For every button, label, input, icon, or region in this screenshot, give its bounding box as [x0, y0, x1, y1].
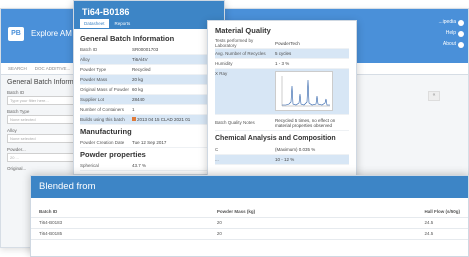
column-header[interactable]: Powder Mass (kg)	[208, 206, 417, 218]
batch-title: Ti64-B0186	[82, 7, 130, 17]
batch-body: General Batch Information Batch ID SR0000…	[74, 29, 224, 174]
property-row: Avg. Number of Recycles 5 cycles	[215, 49, 349, 59]
section-title: General Batch Information	[80, 34, 175, 43]
header-right-menu: ...ipedia Help About	[436, 17, 464, 50]
table-row[interactable]: Ti64-B0183 20 24.5	[31, 217, 468, 229]
property-row: C (Maximum) 0.035 %	[215, 145, 349, 155]
material-quality-window: Material Quality Tests performed by Labo…	[207, 20, 357, 180]
column-header[interactable]: Batch ID	[31, 206, 209, 218]
table-row[interactable]: Ti64-B0185 20 24.5	[31, 228, 468, 240]
blended-from-header: Blended from	[31, 176, 468, 198]
build-link[interactable]: 2013 04 15 CLAD 2021 01	[137, 117, 190, 122]
tab-reports[interactable]: Reports	[111, 19, 135, 28]
property-row: Spherical 43.7 %	[80, 161, 218, 171]
help-icon	[458, 30, 464, 37]
section-title: Material Quality	[215, 26, 271, 35]
batch-id-filter-input[interactable]: Type your filter here...	[7, 96, 79, 105]
property-row: Batch Quality Notes Recycled 5 times, no …	[215, 115, 349, 131]
hall-flow-cell: 24.5	[416, 228, 468, 240]
powder-filter-input[interactable]: 20 ...	[7, 153, 79, 162]
screenshot-stage: PB Explore AM Mate ...ipedia Help About …	[0, 0, 469, 257]
batch-type-select[interactable]: None selected	[7, 115, 79, 124]
column-header[interactable]: Hall Flow (s/50g)	[416, 206, 468, 218]
property-row: Humidity 1 - 3 %	[215, 59, 349, 69]
powder-mass-cell: 20	[208, 217, 417, 229]
blended-from-window: Blended from Batch ID Powder Mass (kg) H…	[30, 175, 469, 257]
property-row: Powder Type Recycled	[80, 65, 218, 75]
property-row: Alloy Ti6Al4V	[80, 55, 218, 65]
collapse-button[interactable]: «	[428, 91, 440, 101]
material-quality-body: Material Quality Tests performed by Labo…	[208, 21, 356, 170]
property-row: X Ray	[215, 69, 349, 115]
app-logo-icon[interactable]: PB	[8, 27, 24, 41]
menu-item-wikipedia[interactable]: ...ipedia	[436, 17, 464, 28]
batch-tabs: Datasheet Reports	[80, 19, 134, 28]
alloy-select[interactable]: None selected	[7, 134, 79, 143]
section-title: Manufacturing	[80, 127, 132, 136]
property-row: Number of Containers 1	[80, 105, 218, 115]
section-title: Powder properties	[80, 150, 146, 159]
property-row: Batch ID SR00001703	[80, 45, 218, 55]
property-row: Original Mass of Powder 60 kg	[80, 85, 218, 95]
batch-header: Ti64-B0186 Datasheet Reports	[74, 1, 224, 29]
tab-datasheet[interactable]: Datasheet	[80, 19, 109, 28]
property-row: ... 10 - 12 %	[215, 155, 349, 165]
menu-item-help[interactable]: Help	[436, 28, 464, 39]
property-row: Supplier Lot 28440	[80, 95, 218, 105]
batch-datasheet-window: Ti64-B0186 Datasheet Reports General Bat…	[73, 0, 225, 175]
blended-from-table: Batch ID Powder Mass (kg) Hall Flow (s/5…	[31, 206, 468, 240]
menu-item-about[interactable]: About	[436, 39, 464, 50]
tab-additive[interactable]: DOC ADDITIVE...	[35, 66, 71, 71]
property-row: Builds using this batch 2013 04 15 CLAD 2…	[80, 115, 218, 125]
blended-from-title: Blended from	[39, 181, 96, 192]
table-header-row: Batch ID Powder Mass (kg) Hall Flow (s/5…	[31, 206, 468, 218]
property-row: Tests performed by Laboratory PowderTech	[215, 38, 349, 49]
build-link-icon	[132, 117, 136, 121]
powder-mass-cell: 20	[208, 228, 417, 240]
section-title: Chemical Analysis and Composition	[215, 135, 336, 142]
xray-chart-thumbnail[interactable]	[275, 71, 333, 111]
batch-id-cell[interactable]: Ti64-B0185	[31, 228, 209, 240]
info-icon	[458, 19, 464, 26]
about-icon	[458, 41, 464, 48]
tab-search[interactable]: SEARCH	[8, 66, 27, 71]
batch-id-cell[interactable]: Ti64-B0183	[31, 217, 209, 229]
property-row: Powder Creation Date Tue 12 Sep 2017	[80, 138, 218, 148]
hall-flow-cell: 24.5	[416, 217, 468, 229]
xray-plot-icon	[281, 76, 330, 107]
property-row: Powder Mass 20 kg	[80, 75, 218, 85]
